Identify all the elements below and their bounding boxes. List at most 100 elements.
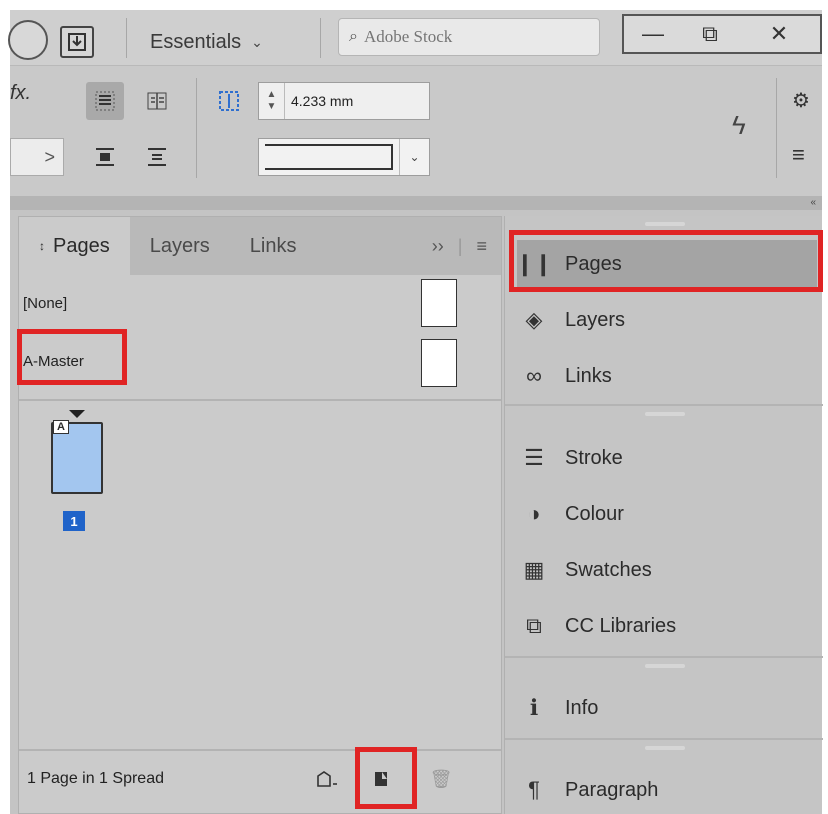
- more-tabs-icon[interactable]: ››: [432, 236, 444, 257]
- chevron-down-icon: ⌄: [251, 33, 263, 50]
- application-bar: Essentials ⌄ ⌕ — ⧉ ✕: [8, 10, 822, 66]
- panel-tabs: ↕ Pages Layers Links ›› | ≡: [19, 217, 501, 275]
- page-number-badge[interactable]: 1: [63, 511, 85, 531]
- control-bar: fx. > ▲▼ ⌄ ϟ ⚙ ≡: [10, 66, 822, 196]
- highlight-new-page: [355, 747, 417, 809]
- minimize-button[interactable]: —: [622, 14, 684, 54]
- menu-icon[interactable]: ≡: [792, 142, 805, 168]
- info-icon: ℹ: [529, 695, 539, 720]
- paragraph-icon: ¶: [528, 777, 540, 802]
- layers-icon: ◈: [525, 307, 543, 332]
- separator: [320, 18, 321, 58]
- separator: [126, 18, 127, 58]
- dock-item-swatches[interactable]: ▦ Swatches: [517, 546, 817, 594]
- workspace-switcher[interactable]: Essentials ⌄: [150, 24, 263, 60]
- collapse-dock-button[interactable]: «: [10, 196, 822, 210]
- pages-footer: 1 Page in 1 Spread 🗑: [19, 749, 501, 807]
- dock-item-layers[interactable]: ◈ Layers: [517, 296, 817, 344]
- highlight-pages: [509, 230, 823, 292]
- separator: |: [457, 235, 463, 256]
- grip[interactable]: [645, 746, 685, 750]
- stroke-style-dropdown[interactable]: ⌄: [258, 138, 430, 176]
- separator: [776, 78, 777, 178]
- master-none[interactable]: [None]: [19, 275, 501, 331]
- cc-libraries-icon: ⧉: [526, 613, 542, 638]
- delete-page-button[interactable]: 🗑: [423, 761, 459, 797]
- dock-separator: [505, 404, 823, 406]
- page-size-icon: [317, 771, 337, 787]
- align-lines-icon: [95, 91, 115, 111]
- swatches-icon: ▦: [523, 557, 545, 582]
- grip[interactable]: [645, 412, 685, 416]
- text-align-button[interactable]: [86, 82, 124, 120]
- dock-separator: [505, 738, 823, 740]
- tab-links[interactable]: Links: [230, 217, 317, 275]
- chevron-down-icon: ⌄: [399, 139, 429, 175]
- dock-label: Links: [565, 364, 612, 387]
- gap-input[interactable]: [285, 93, 405, 109]
- current-page-marker-icon: [69, 410, 85, 418]
- tab-label: Links: [249, 234, 297, 257]
- workspace-label: Essentials: [150, 30, 242, 53]
- tab-label: Layers: [149, 234, 210, 257]
- grip[interactable]: [645, 664, 685, 668]
- dock-item-info[interactable]: ℹ Info: [517, 684, 817, 732]
- separator: [196, 78, 197, 178]
- tab-layers[interactable]: Layers: [130, 217, 230, 275]
- gap-field[interactable]: ▲ ▼: [258, 82, 430, 120]
- restore-icon: ⧉: [702, 21, 718, 46]
- gap-tool-icon: [219, 91, 239, 111]
- dock-label: CC Libraries: [565, 614, 677, 637]
- highlight-a-master: [17, 329, 127, 385]
- stroke-icon: ☰: [524, 445, 544, 470]
- masters-divider[interactable]: [19, 399, 501, 401]
- collapse-arrows-icon: ↕: [39, 239, 45, 253]
- dock-item-paragraph[interactable]: ¶ Paragraph: [517, 766, 817, 814]
- download-icon: [68, 33, 86, 51]
- master-thumbnail[interactable]: [421, 279, 457, 327]
- columns-icon: [147, 92, 167, 110]
- restore-button[interactable]: ⧉: [682, 14, 740, 54]
- stroke-preview: [265, 144, 393, 170]
- bridge-button[interactable]: [60, 26, 94, 58]
- align-top-icon: [148, 148, 166, 166]
- dock-label: Swatches: [565, 558, 652, 581]
- close-button[interactable]: ✕: [738, 14, 822, 54]
- dock-label: Colour: [565, 502, 624, 525]
- collapsed-panel-dock: ❙❙ Pages ◈ Layers ∞ Links ☰ Stroke ◑ Col…: [504, 216, 823, 814]
- dock-label: Layers: [565, 308, 626, 331]
- dock-item-colour[interactable]: ◑ Colour: [517, 490, 817, 538]
- close-icon: ✕: [769, 21, 789, 46]
- page-count-status: 1 Page in 1 Spread: [27, 770, 164, 787]
- tab-pages[interactable]: ↕ Pages: [19, 217, 130, 275]
- align-center-icon: [96, 148, 114, 166]
- edit-page-size-button[interactable]: [309, 761, 345, 797]
- gutter-icon-button[interactable]: [210, 82, 248, 120]
- master-label: [None]: [23, 294, 68, 312]
- value-field[interactable]: >: [10, 138, 64, 176]
- search-icon: ⌕: [349, 28, 358, 45]
- dock-item-links[interactable]: ∞ Links: [517, 352, 817, 400]
- dock-label: Paragraph: [565, 778, 659, 801]
- grip[interactable]: [645, 222, 685, 226]
- dock-item-cc-libraries[interactable]: ⧉ CC Libraries: [517, 602, 817, 650]
- pages-panel: ↕ Pages Layers Links ›› | ≡ [None] A-Mas…: [17, 216, 502, 814]
- panel-menu-icon[interactable]: ≡: [476, 236, 487, 257]
- colour-icon: ◑: [527, 501, 541, 526]
- column-button[interactable]: [138, 82, 176, 120]
- dock-label: Stroke: [565, 446, 623, 469]
- stock-search-field[interactable]: ⌕: [338, 18, 600, 56]
- trash-icon: 🗑: [429, 768, 453, 789]
- tab-label: Pages: [53, 234, 110, 257]
- dock-item-stroke[interactable]: ☰ Stroke: [517, 434, 817, 482]
- lightning-icon[interactable]: ϟ: [732, 110, 746, 141]
- home-button[interactable]: [8, 20, 48, 60]
- vertical-align-button[interactable]: [86, 138, 124, 176]
- master-thumbnail[interactable]: [421, 339, 457, 387]
- effects-label: fx.: [10, 82, 32, 104]
- stepper-icon[interactable]: ▲ ▼: [259, 83, 285, 119]
- gear-icon[interactable]: ⚙: [792, 88, 810, 113]
- minimize-icon: —: [642, 21, 664, 46]
- justify-button[interactable]: [138, 138, 176, 176]
- stock-search-input[interactable]: [363, 27, 564, 47]
